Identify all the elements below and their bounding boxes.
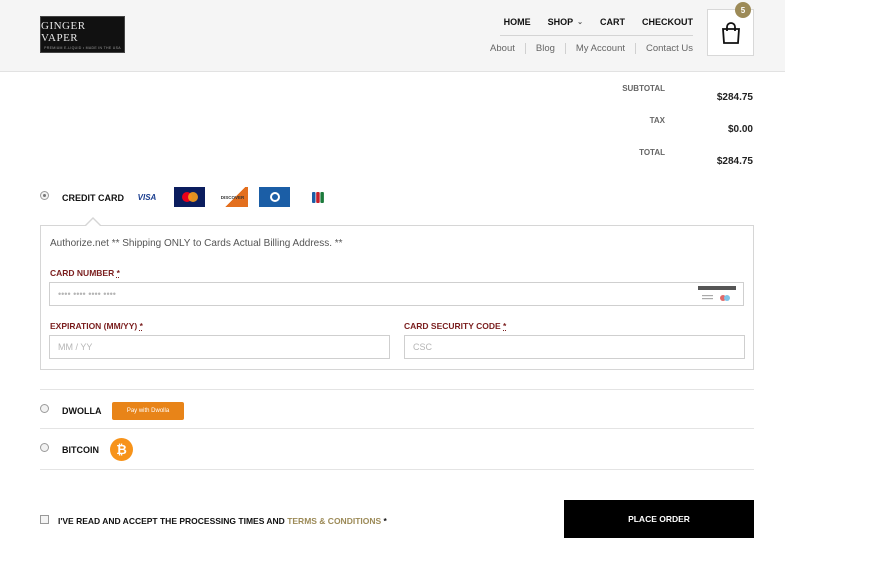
terms-conditions-link[interactable]: TERMS & CONDITIONS xyxy=(287,516,381,526)
credit-card-label[interactable]: CREDIT CARD xyxy=(62,193,124,203)
subtotal-label: SUBTOTAL xyxy=(622,84,665,93)
total-value: $284.75 xyxy=(716,156,753,167)
site-header: GINGER VAPER PREMIUM E-LIQUID • MADE IN … xyxy=(0,0,785,72)
diners-club-logo xyxy=(259,187,290,207)
bitcoin-icon: ₿ xyxy=(110,438,133,461)
gateway-description: Authorize.net ** Shipping ONLY to Cards … xyxy=(50,238,343,249)
site-logo[interactable]: GINGER VAPER PREMIUM E-LIQUID • MADE IN … xyxy=(40,16,125,53)
required-mark: * xyxy=(503,321,507,331)
terms-required-mark: * xyxy=(381,516,387,526)
dwolla-label[interactable]: DWOLLA xyxy=(62,406,102,416)
shopping-bag-icon xyxy=(721,21,740,44)
expiration-label-text: EXPIRATION (MM/YY) xyxy=(50,321,138,331)
card-number-input[interactable] xyxy=(49,282,744,306)
required-mark: * xyxy=(139,321,143,331)
form-pointer-fill xyxy=(85,219,101,227)
tax-label: TAX xyxy=(649,116,665,125)
mastercard-circles-icon xyxy=(181,192,198,202)
cart-count-badge: 5 xyxy=(735,2,751,18)
terms-statement: I'VE READ AND ACCEPT THE PROCESSING TIME… xyxy=(58,516,387,526)
nav-shop[interactable]: SHOP ⌄ xyxy=(548,17,583,27)
jcb-logo xyxy=(302,187,333,207)
visa-logo: VISA xyxy=(132,187,162,207)
csc-label-text: CARD SECURITY CODE xyxy=(404,321,501,331)
total-label: TOTAL xyxy=(639,148,665,157)
dwolla-button-text: Pay with Dwolla xyxy=(126,408,170,414)
credit-card-radio[interactable] xyxy=(40,191,49,200)
divider xyxy=(40,389,754,390)
pay-with-dwolla-button[interactable]: Pay with Dwolla xyxy=(112,402,184,420)
nav-about[interactable]: About xyxy=(480,43,525,54)
subtotal-value: $284.75 xyxy=(716,92,753,103)
nav-my-account[interactable]: My Account xyxy=(564,43,635,54)
card-number-label-text: CARD NUMBER xyxy=(50,268,115,278)
terms-checkbox[interactable] xyxy=(40,515,49,524)
bitcoin-radio[interactable] xyxy=(40,443,49,452)
expiration-input[interactable] xyxy=(49,335,390,359)
logo-text: GINGER VAPER xyxy=(41,19,86,44)
jcb-stripes-icon xyxy=(311,191,324,203)
primary-nav: HOME SHOP ⌄ CART CHECKOUT xyxy=(504,17,693,27)
nav-cart[interactable]: CART xyxy=(600,17,625,27)
terms-prefix: I'VE READ AND ACCEPT THE PROCESSING TIME… xyxy=(58,516,288,526)
diners-circle-icon xyxy=(269,192,280,202)
visa-logo-text: VISA xyxy=(137,192,157,202)
card-type-icon xyxy=(698,286,736,301)
secondary-nav: About Blog My Account Contact Us xyxy=(480,43,693,54)
discover-logo-text: DISCOVER xyxy=(220,194,245,200)
divider xyxy=(40,469,754,470)
card-number-label: CARD NUMBER * xyxy=(50,268,120,278)
csc-input[interactable] xyxy=(404,335,745,359)
nav-checkout[interactable]: CHECKOUT xyxy=(642,17,693,27)
tax-value: $0.00 xyxy=(727,124,753,135)
nav-shop-label: SHOP xyxy=(547,17,574,27)
required-mark: * xyxy=(116,268,120,278)
nav-home[interactable]: HOME xyxy=(504,17,531,27)
bitcoin-label[interactable]: BITCOIN xyxy=(62,445,99,455)
dwolla-radio[interactable] xyxy=(40,404,49,413)
nav-divider xyxy=(500,35,693,36)
logo-tagline: PREMIUM E-LIQUID • MADE IN THE USA xyxy=(44,45,121,50)
discover-logo: DISCOVER xyxy=(217,187,248,207)
place-order-button[interactable]: PLACE ORDER xyxy=(564,500,754,538)
nav-contact-us[interactable]: Contact Us xyxy=(635,43,693,54)
nav-blog[interactable]: Blog xyxy=(524,43,565,54)
chevron-down-icon: ⌄ xyxy=(577,19,583,26)
mastercard-logo xyxy=(174,187,205,207)
divider xyxy=(40,428,754,429)
csc-label: CARD SECURITY CODE * xyxy=(404,321,506,331)
expiration-label: EXPIRATION (MM/YY) * xyxy=(50,321,143,331)
